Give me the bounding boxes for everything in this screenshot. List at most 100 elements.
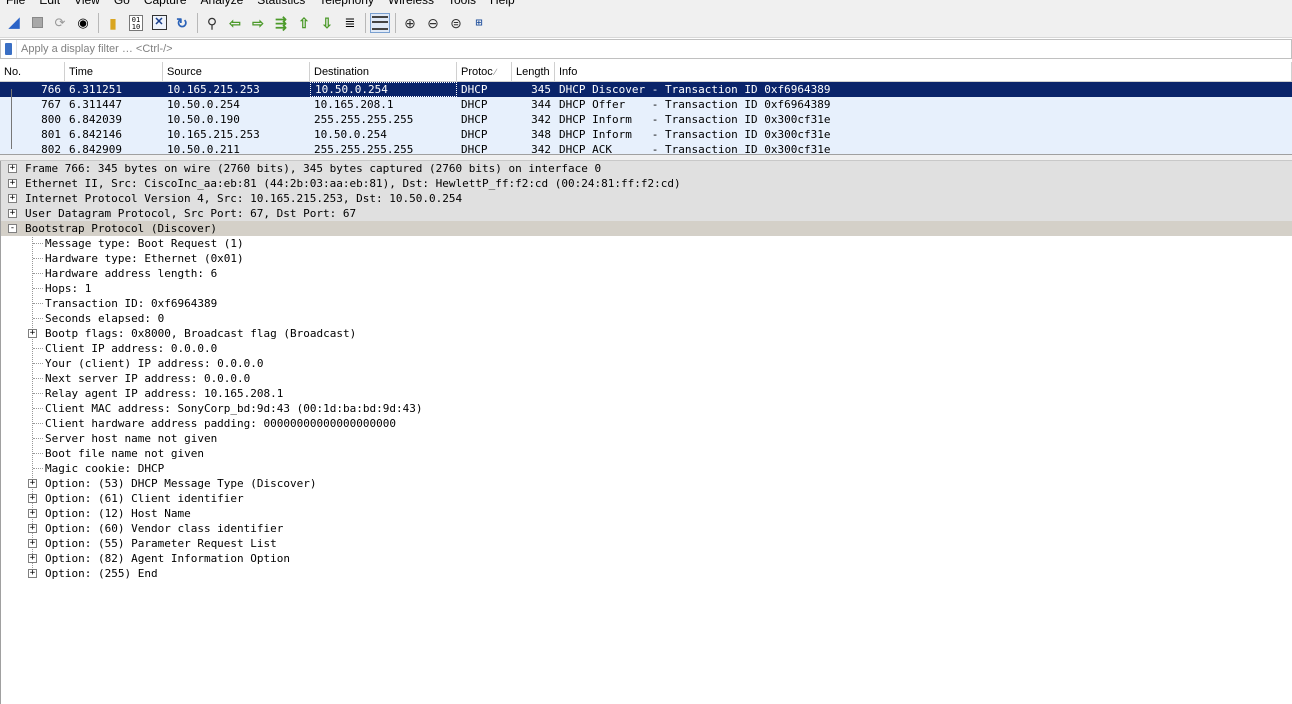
tree-item[interactable]: Client IP address: 0.0.0.0 [1,341,1292,356]
go-back-icon[interactable]: ⇦ [225,13,245,33]
packet-cell-info: DHCP Offer - Transaction ID 0xf6964389 [559,98,831,111]
packet-cell-destination: 255.255.255.255 [314,143,414,155]
go-last-packet-icon[interactable]: ⇩ [317,13,337,33]
tree-item-label: Hops: 1 [45,282,92,295]
colorize-icon[interactable] [370,12,390,33]
tree-item[interactable]: + Option: (255) End [1,566,1292,581]
go-first-packet-icon[interactable]: ⇧ [294,13,314,33]
tree-item[interactable]: - Bootstrap Protocol (Discover) [1,221,1292,236]
capture-options-icon[interactable]: ◉ [73,13,93,33]
auto-scroll-icon[interactable]: ≣ [340,13,360,33]
tree-item[interactable]: Seconds elapsed: 0 [1,311,1292,326]
tree-item[interactable]: Server host name not given [1,431,1292,446]
tree-connector [33,378,43,379]
expand-icon[interactable]: + [28,479,37,488]
column-header-protocol[interactable]: Protoc ∕ [457,62,512,82]
column-header-destination[interactable]: Destination [310,62,457,82]
menu-statistics[interactable]: Statistics [257,0,305,8]
tree-item-label: User Datagram Protocol, Src Port: 67, Ds… [25,207,357,220]
tree-connector [33,468,43,469]
tree-item[interactable]: Your (client) IP address: 0.0.0.0 [1,356,1292,371]
menu-telephony[interactable]: Telephony [319,0,374,8]
expand-icon[interactable]: + [28,509,37,518]
expand-icon[interactable]: + [28,539,37,548]
tree-item[interactable]: + User Datagram Protocol, Src Port: 67, D… [1,206,1292,221]
packet-row[interactable]: 766 6.311251 10.165.215.253 10.50.0.254 DHCP… [0,82,1292,97]
menu-capture[interactable]: Capture [144,0,187,8]
tree-item[interactable]: Boot file name not given [1,446,1292,461]
collapse-icon[interactable]: - [8,224,17,233]
menu-tools[interactable]: Tools [448,0,476,8]
save-file-icon[interactable]: 01 10 [126,13,146,33]
menu-analyze[interactable]: Analyze [201,0,244,8]
tree-item[interactable]: Hardware type: Ethernet (0x01) [1,251,1292,266]
tree-item-label: Bootstrap Protocol (Discover) [25,222,218,235]
menu-view[interactable]: View [74,0,100,8]
tree-item[interactable]: + Option: (53) DHCP Message Type (Discove… [1,476,1292,491]
zoom-out-icon[interactable]: ⊖ [423,13,443,33]
expand-icon[interactable]: + [28,569,37,578]
packet-row[interactable]: 802 6.842909 10.50.0.211 255.255.255.255 DHC… [0,142,1292,155]
tree-item[interactable]: Next server IP address: 0.0.0.0 [1,371,1292,386]
close-file-icon[interactable]: ✕ [149,13,169,33]
tree-item[interactable]: + Internet Protocol Version 4, Src: 10.16… [1,191,1292,206]
menu-wireless[interactable]: Wireless [388,0,434,8]
tree-item[interactable]: + Option: (55) Parameter Request List [1,536,1292,551]
restart-capture-icon[interactable]: ⟳ [50,13,70,33]
packet-row[interactable]: 800 6.842039 10.50.0.190 255.255.255.255 DHC… [0,112,1292,127]
packet-cell-protocol: DHCP [461,98,488,111]
stop-capture-icon[interactable] [27,13,47,33]
open-file-icon[interactable]: ▮ [103,13,123,33]
filter-bookmark-icon[interactable] [1,40,17,58]
packet-row[interactable]: 801 6.842146 10.165.215.253 10.50.0.254 DHCP… [0,127,1292,142]
go-to-packet-icon[interactable]: ⇶ [271,13,291,33]
tree-item[interactable]: Message type: Boot Request (1) [1,236,1292,251]
packet-cell-info: DHCP ACK - Transaction ID 0x300cf31e [559,143,831,155]
go-forward-icon[interactable]: ⇨ [248,13,268,33]
expand-icon[interactable]: + [8,209,17,218]
tree-item[interactable]: + Ethernet II, Src: CiscoInc_aa:eb:81 (44… [1,176,1292,191]
tree-item[interactable]: Magic cookie: DHCP [1,461,1292,476]
tree-item[interactable]: Relay agent IP address: 10.165.208.1 [1,386,1292,401]
start-capture-icon[interactable]: ◢ [4,13,24,33]
column-header-no[interactable]: No. [0,62,65,82]
tree-item[interactable]: Hops: 1 [1,281,1292,296]
column-header-source[interactable]: Source [163,62,310,82]
column-header-length[interactable]: Length [512,62,555,82]
zoom-in-icon[interactable]: ⊕ [400,13,420,33]
expand-icon[interactable]: + [8,164,17,173]
tree-item[interactable]: Transaction ID: 0xf6964389 [1,296,1292,311]
tree-item[interactable]: + Frame 766: 345 bytes on wire (2760 bits… [1,161,1292,176]
column-header-time[interactable]: Time [65,62,163,82]
expand-icon[interactable]: + [8,194,17,203]
menu-go[interactable]: Go [114,0,130,8]
tree-item[interactable]: + Bootp flags: 0x8000, Broadcast flag (Br… [1,326,1292,341]
tree-item[interactable]: Client hardware address padding: 0000000… [1,416,1292,431]
packet-row[interactable]: 767 6.311447 10.50.0.254 10.165.208.1 DHCP 34… [0,97,1292,112]
find-packet-icon[interactable]: ⚲ [202,13,222,33]
expand-icon[interactable]: + [28,494,37,503]
menu-file[interactable]: File [6,0,25,8]
reload-file-icon[interactable]: ↻ [172,13,192,33]
expand-icon[interactable]: + [28,524,37,533]
tree-item[interactable]: + Option: (82) Agent Information Option [1,551,1292,566]
tree-item[interactable]: + Option: (12) Host Name [1,506,1292,521]
tree-item[interactable]: + Option: (60) Vendor class identifier [1,521,1292,536]
tree-item[interactable]: + Option: (61) Client identifier [1,491,1292,506]
resize-columns-icon[interactable]: ⊞ [469,13,489,33]
tree-item-label: Bootp flags: 0x8000, Broadcast flag (Bro… [45,327,357,340]
menu-help[interactable]: Help [490,0,515,8]
packet-cell-source: 10.165.215.253 [167,83,260,96]
expand-icon[interactable]: + [28,554,37,563]
menu-edit[interactable]: Edit [39,0,60,8]
zoom-normal-icon[interactable]: ⊜ [446,13,466,33]
tree-item-label: Your (client) IP address: 0.0.0.0 [45,357,264,370]
display-filter-input[interactable] [17,40,1277,58]
tree-item[interactable]: Hardware address length: 6 [1,266,1292,281]
tree-connector [33,258,43,259]
tree-item-label: Magic cookie: DHCP [45,462,165,475]
column-header-info[interactable]: Info [555,62,1292,82]
expand-icon[interactable]: + [8,179,17,188]
tree-item[interactable]: Client MAC address: SonyCorp_bd:9d:43 (0… [1,401,1292,416]
expand-icon[interactable]: + [28,329,37,338]
